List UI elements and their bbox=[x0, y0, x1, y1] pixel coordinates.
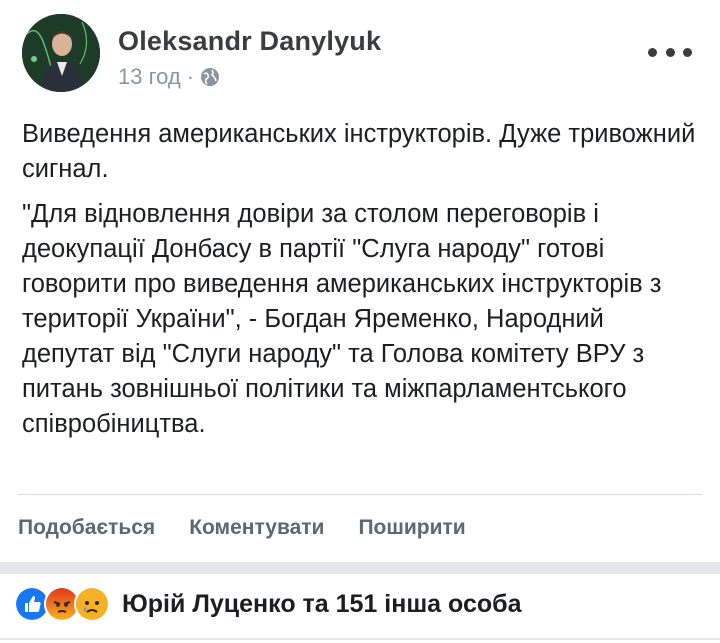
more-dot bbox=[665, 47, 675, 57]
like-button[interactable]: Подобається bbox=[18, 516, 155, 540]
sad-icon bbox=[74, 586, 110, 622]
author-name[interactable]: Oleksandr Danylyuk bbox=[118, 26, 381, 57]
reactions-text[interactable]: Юрій Луценко та 151 інша особа bbox=[122, 590, 521, 619]
avatar[interactable] bbox=[22, 14, 100, 92]
reaction-icons bbox=[14, 586, 110, 622]
more-dot bbox=[648, 47, 657, 57]
section-separator bbox=[0, 562, 720, 574]
post-paragraph: Виведення американських інструкторів. Ду… bbox=[22, 120, 696, 183]
post-meta: 13 год · bbox=[118, 64, 220, 90]
post-header: Oleksandr Danylyuk 13 год · bbox=[22, 14, 702, 98]
post-paragraph: "Для відновлення довіри за столом перего… bbox=[22, 200, 662, 438]
share-button[interactable]: Поширити bbox=[358, 516, 465, 540]
post-actions: Подобається Коментувати Поширити bbox=[18, 516, 466, 540]
post-body: Виведення американських інструкторів. Ду… bbox=[22, 117, 702, 452]
globe-icon bbox=[200, 67, 220, 87]
divider bbox=[18, 494, 702, 495]
comment-button[interactable]: Коментувати bbox=[189, 516, 324, 540]
reactions-summary[interactable]: Юрій Луценко та 151 інша особа bbox=[14, 586, 521, 622]
divider bbox=[0, 638, 720, 640]
more-dot bbox=[683, 47, 692, 57]
post-time[interactable]: 13 год bbox=[118, 64, 181, 90]
more-options-icon[interactable] bbox=[648, 42, 692, 62]
meta-separator: · bbox=[186, 64, 195, 89]
